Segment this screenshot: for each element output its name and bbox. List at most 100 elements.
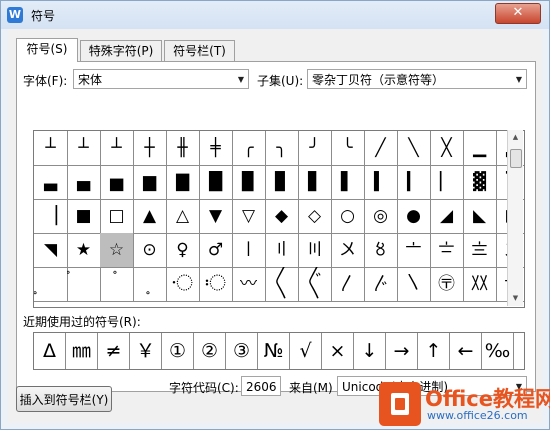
symbol-cell[interactable]: ◎	[364, 199, 398, 234]
symbol-cell[interactable]: ▌	[331, 165, 365, 200]
symbol-cell[interactable]: ■	[67, 199, 101, 234]
recent-symbol-cell[interactable]: √	[290, 333, 322, 369]
recent-symbol-cell[interactable]: ￥	[130, 333, 162, 369]
char-code-input[interactable]: 2606	[241, 376, 281, 396]
symbol-cell[interactable]: 〡	[232, 233, 266, 268]
symbol-cell[interactable]: 〮	[166, 267, 200, 302]
symbol-cell[interactable]: 〶	[430, 267, 464, 302]
symbol-cell[interactable]: ╫	[166, 131, 200, 166]
symbol-cell[interactable]: ▃	[34, 165, 68, 200]
close-button[interactable]: ✕	[495, 3, 541, 24]
symbol-cell[interactable]: 〧	[430, 233, 464, 268]
symbol-cell[interactable]: ╲	[397, 131, 431, 166]
symbol-cell[interactable]: ▄	[67, 165, 101, 200]
insert-to-symbol-bar-button[interactable]: 插入到符号栏(Y)	[16, 386, 112, 412]
symbol-grid-scrollbar[interactable]: ▲ ▼	[507, 130, 523, 306]
recent-symbol-cell[interactable]: Δ	[34, 333, 66, 369]
symbol-cell[interactable]: ▇	[166, 165, 200, 200]
symbol-cell[interactable]: ▉	[232, 165, 266, 200]
recent-symbol-cell[interactable]: ‰	[482, 333, 514, 369]
symbol-cell[interactable]: ◇	[298, 199, 332, 234]
symbol-cell[interactable]: ╪	[199, 131, 233, 166]
tab-symbols[interactable]: 符号(S)	[16, 38, 78, 62]
tab-special-chars[interactable]: 特殊字符(P)	[80, 40, 162, 61]
symbol-cell[interactable]: ▊	[265, 165, 299, 200]
scroll-down-icon[interactable]: ▼	[508, 291, 523, 306]
symbol-cell[interactable]: ╳	[430, 131, 464, 166]
symbol-cell[interactable]: ┼	[133, 131, 167, 166]
symbol-cell[interactable]: ▁	[463, 131, 497, 166]
symbol-cell[interactable]: 〪	[34, 267, 68, 302]
recent-symbol-cell[interactable]: ↓	[354, 333, 386, 369]
font-select[interactable]: 宋体 ▼	[73, 69, 249, 89]
recent-symbol-cell[interactable]: ②	[194, 333, 226, 369]
symbol-cell[interactable]: 〵	[397, 267, 431, 302]
symbol-cell[interactable]: ╯	[298, 131, 332, 166]
tab-symbol-bar[interactable]: 符号栏(T)	[164, 40, 235, 61]
symbol-cell[interactable]: ○	[331, 199, 365, 234]
symbol-cell[interactable]: 〤	[331, 233, 365, 268]
symbol-cell[interactable]: 〬	[100, 267, 134, 302]
scroll-up-icon[interactable]: ▲	[508, 130, 523, 145]
symbol-cell[interactable]: ★	[67, 233, 101, 268]
symbol-cell[interactable]: ┴	[100, 131, 134, 166]
symbol-cell[interactable]: 〭	[133, 267, 167, 302]
scroll-thumb[interactable]	[510, 149, 522, 168]
symbol-cell[interactable]: ╰	[331, 131, 365, 166]
symbol-cell[interactable]: 〱	[265, 267, 299, 302]
symbol-cell[interactable]: ┴	[67, 131, 101, 166]
recent-symbol-cell[interactable]: №	[258, 333, 290, 369]
symbol-cell[interactable]: ┴	[34, 131, 68, 166]
symbol-cell[interactable]: ▅	[100, 165, 134, 200]
symbol-cell[interactable]: ▆	[133, 165, 167, 200]
symbol-cell[interactable]: ◣	[463, 199, 497, 234]
symbol-cell[interactable]: ☆	[100, 233, 134, 268]
symbol-cell[interactable]: 〯	[199, 267, 233, 302]
symbol-cell[interactable]: ◥	[34, 233, 68, 268]
symbol-cell[interactable]: 〷	[463, 267, 497, 302]
symbol-cell[interactable]: 〴	[364, 267, 398, 302]
char-code-label: 字符代码(C):	[169, 381, 239, 395]
symbol-cell[interactable]: ▋	[298, 165, 332, 200]
recent-symbol-cell[interactable]: ×	[322, 333, 354, 369]
symbol-cell[interactable]: 〰	[232, 267, 266, 302]
symbol-cell[interactable]: 〦	[397, 233, 431, 268]
symbol-cell[interactable]: ▲	[133, 199, 167, 234]
symbol-cell[interactable]: ⊙	[133, 233, 167, 268]
recent-symbol-cell[interactable]: ①	[162, 333, 194, 369]
window-title: 符号	[31, 9, 56, 23]
recent-symbol-cell[interactable]: ←	[450, 333, 482, 369]
symbol-cell[interactable]: 〣	[298, 233, 332, 268]
symbol-cell[interactable]: 〨	[463, 233, 497, 268]
symbol-cell[interactable]: ▕	[34, 199, 68, 234]
symbol-cell[interactable]: ╭	[232, 131, 266, 166]
recent-symbol-cell[interactable]: ↑	[418, 333, 450, 369]
symbol-cell[interactable]: □	[100, 199, 134, 234]
recent-symbol-cell[interactable]: ③	[226, 333, 258, 369]
symbol-cell[interactable]: △	[166, 199, 200, 234]
symbol-cell[interactable]: ▎	[397, 165, 431, 200]
chevron-down-icon: ▼	[515, 75, 522, 84]
symbol-cell[interactable]: ●	[397, 199, 431, 234]
symbol-cell[interactable]: █	[199, 165, 233, 200]
recent-symbol-cell[interactable]: →	[386, 333, 418, 369]
symbol-cell[interactable]: 〫	[67, 267, 101, 302]
recent-symbol-cell[interactable]: ≠	[98, 333, 130, 369]
symbol-cell[interactable]: ▍	[364, 165, 398, 200]
symbol-cell[interactable]: 〲	[298, 267, 332, 302]
symbol-cell[interactable]: ▽	[232, 199, 266, 234]
subset-select[interactable]: 零杂丁贝符（示意符等） ▼	[307, 69, 527, 89]
symbol-cell[interactable]: 〥	[364, 233, 398, 268]
symbol-cell[interactable]: ▏	[430, 165, 464, 200]
symbol-cell[interactable]: ♀	[166, 233, 200, 268]
symbol-cell[interactable]: ╮	[265, 131, 299, 166]
symbol-cell[interactable]: ♂	[199, 233, 233, 268]
recent-symbol-cell[interactable]: ㎜	[66, 333, 98, 369]
symbol-cell[interactable]: ▓	[463, 165, 497, 200]
symbol-cell[interactable]: ◆	[265, 199, 299, 234]
symbol-cell[interactable]: ▼	[199, 199, 233, 234]
symbol-cell[interactable]: 〢	[265, 233, 299, 268]
symbol-cell[interactable]: 〳	[331, 267, 365, 302]
symbol-cell[interactable]: ◢	[430, 199, 464, 234]
symbol-cell[interactable]: ╱	[364, 131, 398, 166]
